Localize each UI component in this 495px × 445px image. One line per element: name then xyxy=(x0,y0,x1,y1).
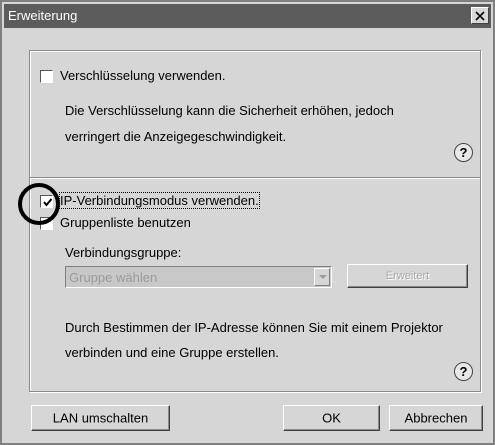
cancel-button[interactable]: Abbrechen xyxy=(389,405,483,431)
highlight-circle xyxy=(18,183,60,225)
lan-switch-button[interactable]: LAN umschalten xyxy=(31,405,170,431)
lan-switch-button-label: LAN umschalten xyxy=(52,410,149,426)
title-bar[interactable]: Erweiterung xyxy=(4,4,491,28)
connection-group-label: Verbindungsgruppe: xyxy=(65,245,182,260)
close-icon xyxy=(475,11,485,21)
cancel-button-label: Abbrechen xyxy=(404,410,468,426)
encryption-checkbox[interactable] xyxy=(40,70,53,83)
help-icon[interactable]: ? xyxy=(454,362,473,381)
advanced-button-label: Erweitert xyxy=(385,270,430,282)
connection-description-line2: verbinden und eine Gruppe erstellen. xyxy=(65,345,279,360)
group-list-checkbox-label[interactable]: Gruppenliste benutzen xyxy=(60,215,191,230)
advanced-button[interactable]: Erweitert xyxy=(347,264,468,288)
dropdown-arrow-button[interactable] xyxy=(314,268,330,286)
ok-button[interactable]: OK xyxy=(283,405,380,431)
encryption-checkbox-label[interactable]: Verschlüsselung verwenden. xyxy=(60,68,226,83)
ip-mode-checkbox-label[interactable]: IP-Verbindungsmodus verwenden. xyxy=(59,192,260,209)
extension-dialog: Erweiterung Verschlüsselung verwenden. D… xyxy=(0,0,495,445)
ok-button-label: OK xyxy=(322,410,341,426)
help-icon[interactable]: ? xyxy=(454,143,473,162)
encryption-description-line1: Die Verschlüsselung kann die Sicherheit … xyxy=(65,103,394,118)
connection-group-select-value: Gruppe wählen xyxy=(69,270,158,285)
chevron-down-icon xyxy=(319,275,327,279)
connection-description-line1: Durch Bestimmen der IP-Adresse können Si… xyxy=(65,320,443,335)
encryption-description-line2: verringert die Anzeigegeschwindigkeit. xyxy=(65,129,287,144)
close-button[interactable] xyxy=(471,7,489,24)
window-title: Erweiterung xyxy=(8,8,78,23)
connection-group-select[interactable]: Gruppe wählen xyxy=(65,266,332,288)
